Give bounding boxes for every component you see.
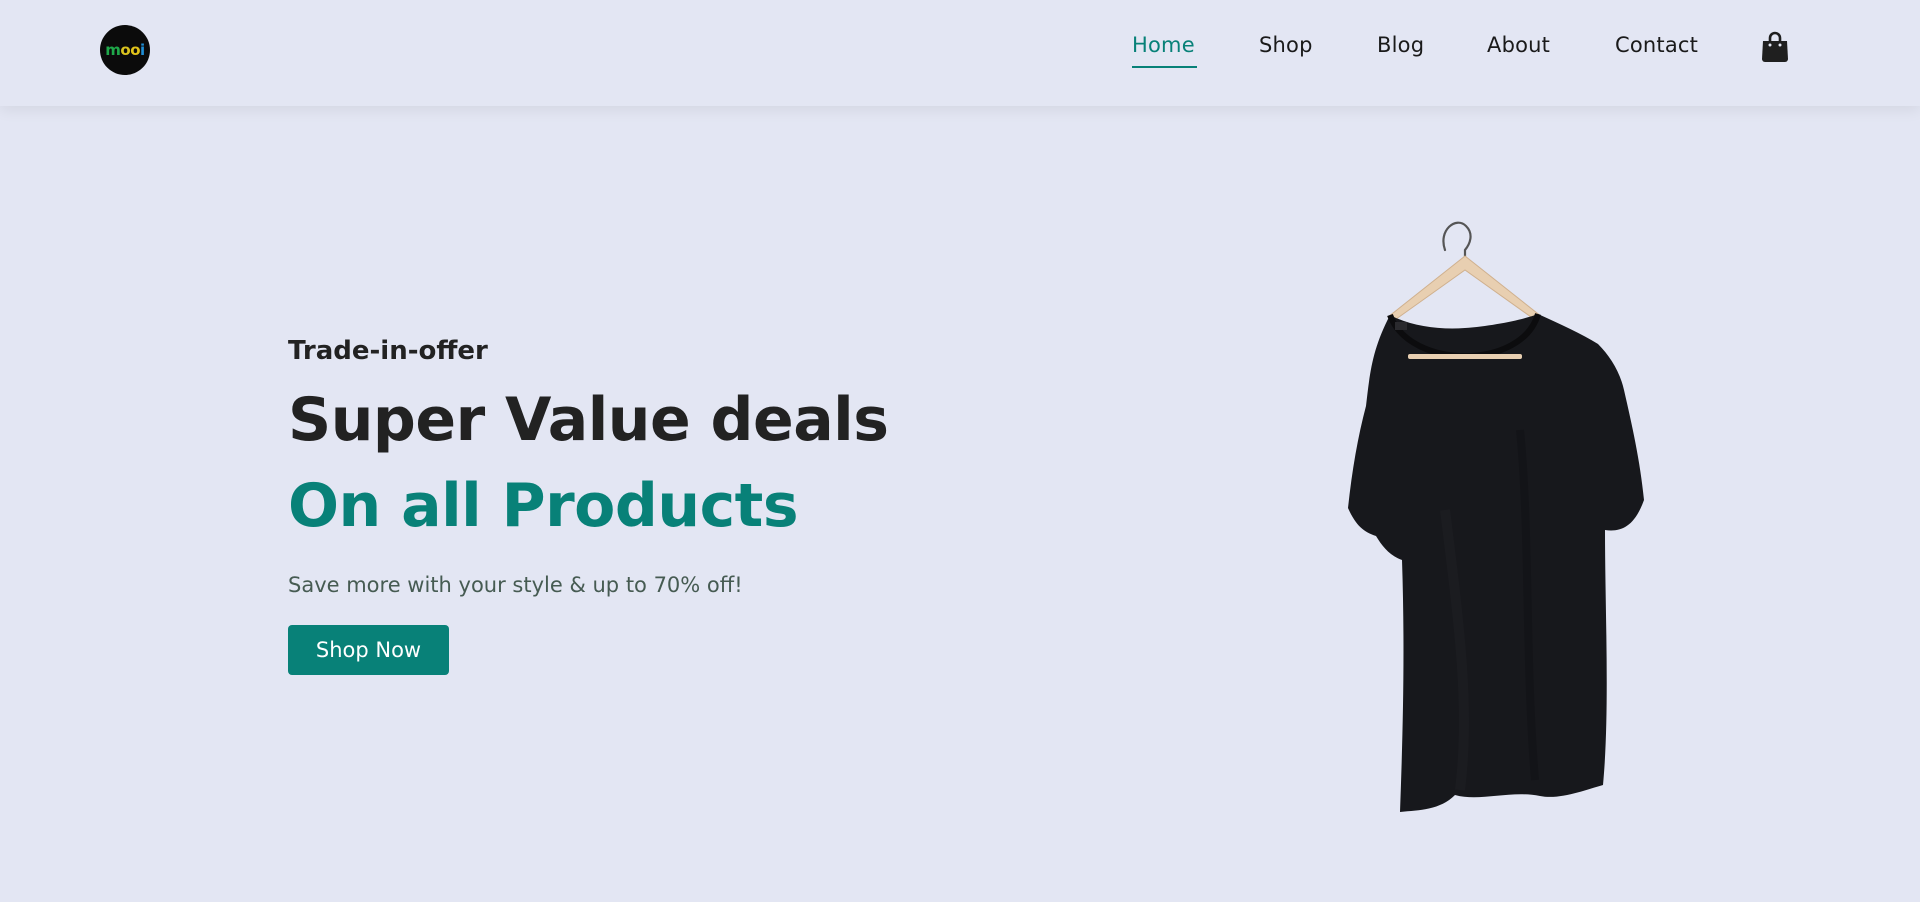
hero-subtitle: Save more with your style & up to 70% of…: [288, 573, 743, 597]
logo-letter-o: o: [130, 41, 141, 59]
logo-letter-i: i: [140, 41, 145, 59]
nav-blog[interactable]: Blog: [1377, 33, 1424, 57]
site-header: mooi Home Shop Blog About Contact: [0, 0, 1920, 106]
hero-kicker: Trade-in-offer: [288, 336, 488, 366]
shop-now-button[interactable]: Shop Now: [288, 625, 449, 675]
tshirt-shape: [1348, 314, 1644, 812]
hero-product-image: [1260, 210, 1660, 830]
nav-about[interactable]: About: [1487, 33, 1550, 57]
hanger-hook: [1442, 221, 1472, 260]
nav-shop[interactable]: Shop: [1259, 33, 1313, 57]
nav-active-underline: [1132, 66, 1197, 68]
hero-headline-accent: On all Products: [288, 471, 799, 541]
nav-home[interactable]: Home: [1132, 33, 1195, 57]
nav-contact[interactable]: Contact: [1615, 33, 1698, 57]
tshirt-label: [1395, 322, 1407, 330]
logo-letter-m: m: [105, 41, 121, 59]
hero-headline: Super Value deals: [288, 385, 889, 455]
logo[interactable]: mooi: [100, 25, 150, 75]
hanger-body: [1387, 255, 1543, 323]
shopping-bag-icon[interactable]: [1761, 31, 1789, 63]
logo-letter-o: o: [120, 41, 131, 59]
hanger-bar: [1408, 354, 1522, 359]
